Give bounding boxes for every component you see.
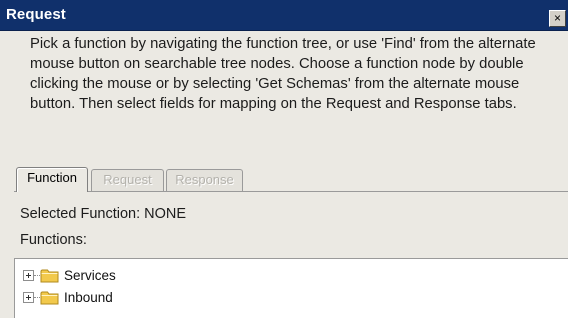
tree-node-label: Services — [64, 268, 116, 283]
tree-node-inbound[interactable]: Inbound — [15, 288, 415, 308]
selected-function-text: Selected Function: NONE — [20, 206, 187, 222]
tab-function[interactable]: Function — [16, 167, 88, 192]
close-button[interactable]: × — [549, 10, 566, 27]
expand-icon[interactable] — [23, 292, 34, 303]
close-icon: × — [553, 11, 561, 25]
window-title: Request — [6, 6, 66, 23]
tree-node-label: Inbound — [64, 290, 113, 305]
tab-response[interactable]: Response — [166, 169, 243, 191]
functions-label: Functions: — [20, 232, 87, 248]
tab-request[interactable]: Request — [91, 169, 164, 191]
expand-icon[interactable] — [23, 270, 34, 281]
folder-icon — [40, 269, 59, 283]
tab-strip-divider — [14, 191, 568, 192]
title-bar: Request × — [0, 0, 568, 31]
folder-icon — [40, 291, 59, 305]
function-tree[interactable]: Services Inbound — [14, 258, 568, 318]
tree-node-services[interactable]: Services — [15, 266, 415, 286]
instructions-text: Pick a function by navigating the functi… — [30, 36, 536, 112]
